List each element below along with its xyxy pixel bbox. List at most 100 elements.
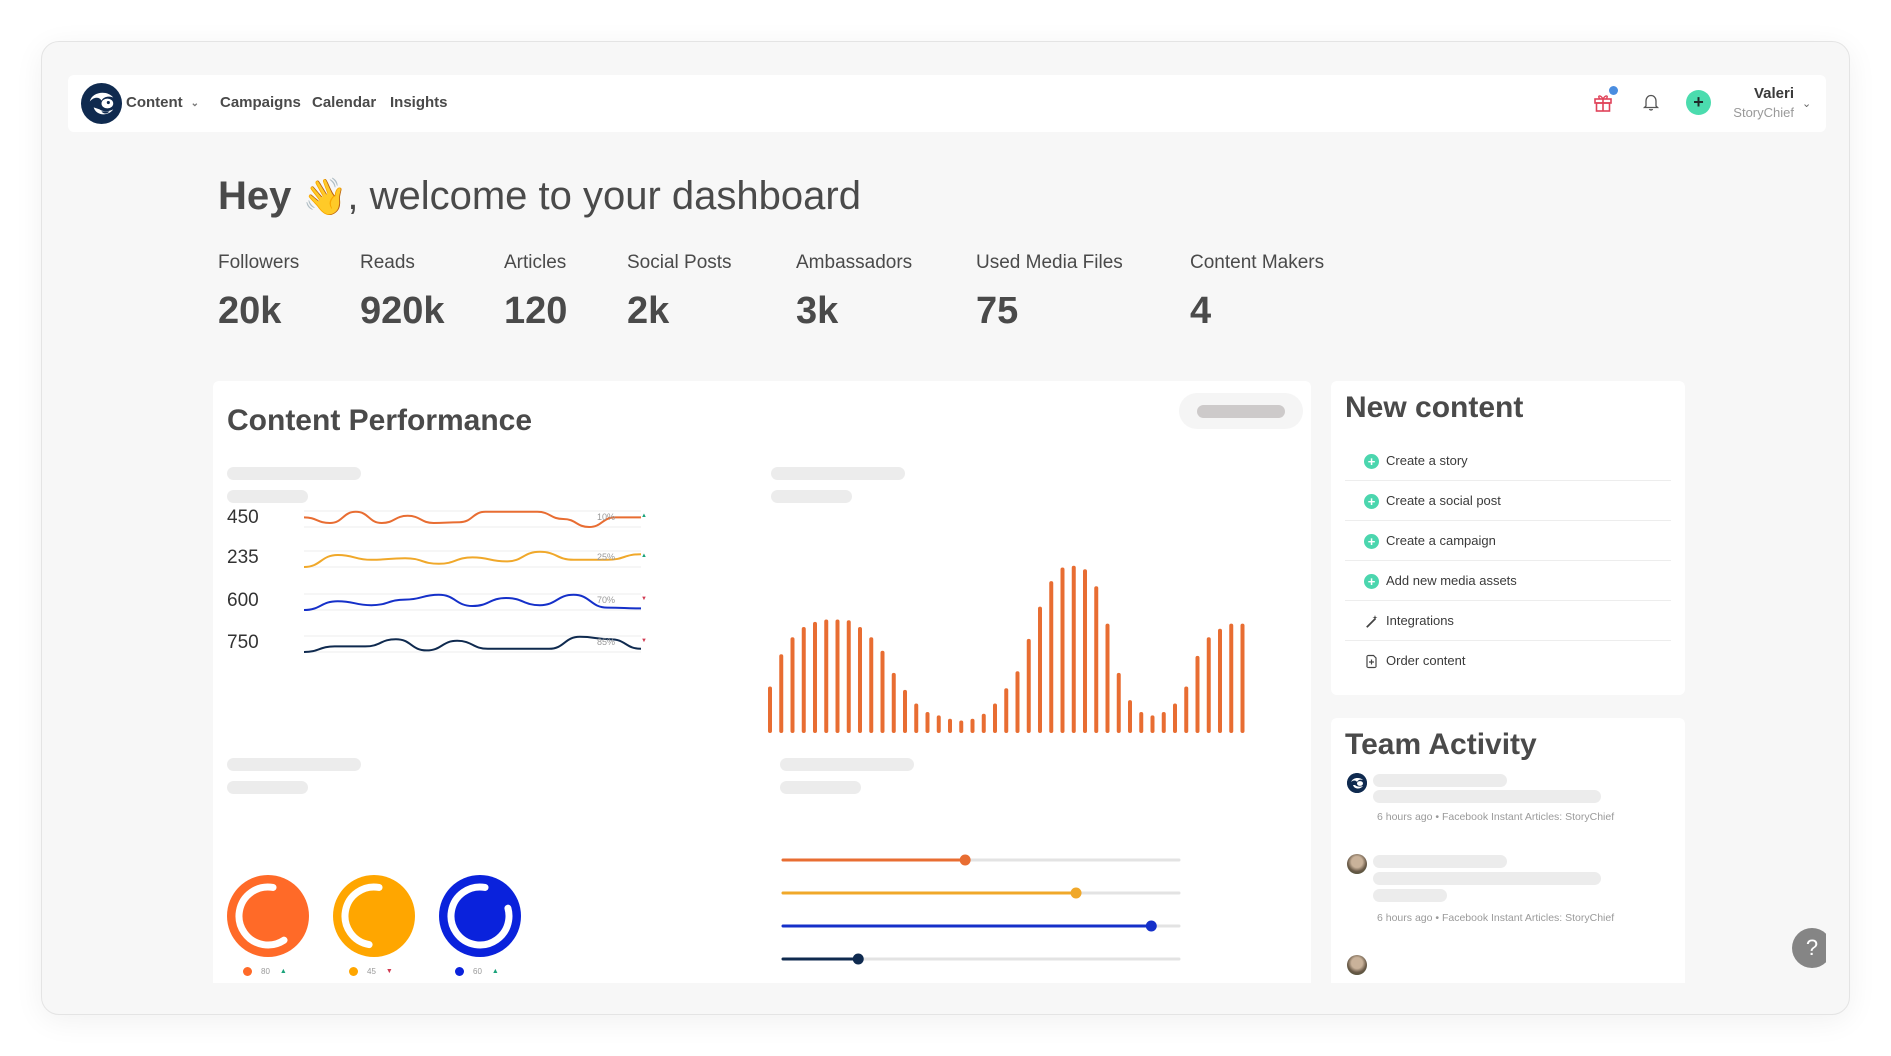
stat-value: 4: [1190, 290, 1212, 332]
integrations-button[interactable]: Integrations: [1345, 601, 1671, 641]
nav-insights[interactable]: Insights: [390, 94, 448, 111]
sparkline-series: [304, 550, 642, 568]
donut-value: 45: [367, 967, 376, 976]
stat-value: 75: [976, 290, 1019, 332]
sparkline-svg: [304, 635, 642, 653]
skeleton-line: [1373, 790, 1601, 803]
app-content: Content ⌄ Campaigns Calendar Insights + V…: [68, 42, 1826, 983]
storychief-logo-icon[interactable]: [80, 82, 123, 125]
order-content-button[interactable]: Order content: [1345, 641, 1671, 681]
sparkline-total: 600: [227, 590, 259, 611]
skeleton-line: [1373, 774, 1507, 787]
user-org[interactable]: StoryChief: [1718, 105, 1794, 120]
stat-value: 2k: [627, 290, 670, 332]
add-media-assets-button[interactable]: + Add new media assets: [1345, 561, 1671, 601]
donut-legend: 80 ▲: [243, 967, 287, 977]
sparkline-total: 750: [227, 632, 259, 653]
donut-chart: [439, 875, 521, 957]
sparkline-svg: [304, 550, 642, 568]
donut-value: 60: [473, 967, 482, 976]
sparkline-total: 235: [227, 547, 259, 568]
stat-used-media-files: Used Media Files 75: [976, 252, 1123, 333]
sparkline-change: 25%: [597, 552, 616, 562]
trend-up-icon: ▲: [491, 968, 499, 976]
trend-up-icon: ▲: [279, 968, 287, 976]
stat-label: Followers: [218, 252, 300, 273]
bar-chart: [768, 565, 1245, 733]
legend-dot: [243, 967, 252, 977]
donut-legend: 60 ▲: [455, 967, 499, 977]
avatar: [1347, 773, 1367, 793]
trend-down-icon: ▼: [641, 638, 647, 644]
item-label: Create a social post: [1386, 493, 1501, 508]
user-name[interactable]: Valeri: [1738, 85, 1794, 102]
magic-wand-icon: [1366, 615, 1378, 628]
stat-label: Social Posts: [627, 252, 732, 273]
help-button[interactable]: ?: [1792, 928, 1826, 968]
sparkline-svg: [304, 510, 641, 529]
add-button[interactable]: +: [1686, 90, 1711, 115]
stat-value: 3k: [796, 290, 839, 332]
donut-value: 80: [261, 967, 270, 976]
sparkline-change: 85%: [597, 637, 616, 647]
skeleton-line: [1373, 872, 1601, 885]
item-label: Create a story: [1386, 453, 1468, 468]
stat-reads: Reads 920k: [360, 252, 445, 333]
slider-handle[interactable]: [852, 953, 864, 965]
trend-down-icon: ▼: [385, 968, 393, 976]
item-label: Order content: [1386, 653, 1466, 668]
skeleton-line: [227, 490, 308, 503]
create-story-button[interactable]: + Create a story: [1345, 441, 1671, 481]
skeleton-line: [227, 781, 308, 794]
skeleton-line: [771, 490, 852, 503]
nav-content[interactable]: Content ⌄: [126, 94, 199, 111]
trend-up-icon: ▲: [641, 513, 647, 519]
item-label: Create a campaign: [1386, 533, 1496, 548]
nav-campaigns[interactable]: Campaigns: [220, 94, 301, 111]
skeleton-line: [780, 758, 914, 771]
period-selector-placeholder: [1197, 405, 1285, 418]
donut-legend: 45 ▼: [349, 967, 393, 977]
plus-circle-icon: +: [1364, 454, 1379, 469]
page-title: Hey 👋, welcome to your dashboard: [218, 174, 861, 219]
stat-followers: Followers 20k: [218, 252, 299, 333]
sparkline-row: 450 10% ▲: [213, 507, 773, 547]
donut-chart: [333, 875, 415, 957]
trend-down-icon: ▼: [641, 596, 647, 602]
stat-label: Ambassadors: [796, 252, 913, 273]
chevron-down-icon: ⌄: [190, 98, 200, 109]
stat-label: Articles: [504, 252, 567, 273]
sparkline-change: 70%: [597, 595, 616, 605]
team-activity-card: Team Activity 6 hours ago • Facebook Ins…: [1331, 718, 1685, 983]
legend-dot: [455, 967, 464, 977]
create-social-post-button[interactable]: + Create a social post: [1345, 481, 1671, 521]
card-title: Team Activity: [1345, 728, 1537, 761]
stat-value: 120: [504, 290, 568, 332]
period-selector[interactable]: [1179, 393, 1303, 429]
nav-calendar[interactable]: Calendar: [312, 94, 376, 111]
avatar: [1347, 955, 1367, 975]
sparkline-row: 750 85% ▼: [213, 632, 773, 672]
stat-social-posts: Social Posts 2k: [627, 252, 732, 333]
donut-chart: [227, 875, 309, 957]
create-campaign-button[interactable]: + Create a campaign: [1345, 521, 1671, 561]
sparkline-series: [304, 635, 642, 653]
user-menu-chevron-icon[interactable]: ⌄: [1802, 97, 1811, 110]
skeleton-line: [227, 467, 361, 480]
sparkline-row: 600 70% ▼: [213, 590, 773, 630]
plus-circle-icon: +: [1364, 574, 1379, 589]
slider-handle[interactable]: [959, 854, 971, 866]
stat-articles: Articles 120: [504, 252, 567, 333]
bell-icon[interactable]: [1640, 91, 1662, 113]
welcome-greeting: Hey: [218, 174, 292, 218]
slider-handle[interactable]: [1145, 920, 1157, 932]
card-title: Content Performance: [227, 404, 533, 437]
item-label: Integrations: [1386, 613, 1454, 628]
document-plus-icon: [1366, 654, 1377, 669]
activity-meta: 6 hours ago • Facebook Instant Articles:…: [1377, 912, 1615, 924]
sparkline-svg: [304, 593, 642, 611]
slider-handle[interactable]: [1070, 887, 1082, 899]
content-performance-card: Content Performance 450 10% ▲ 235 25% ▲ 600 70%…: [213, 381, 1311, 983]
sparkline-series: [304, 510, 641, 529]
new-content-card: New content + Create a story + Create a …: [1331, 381, 1685, 695]
